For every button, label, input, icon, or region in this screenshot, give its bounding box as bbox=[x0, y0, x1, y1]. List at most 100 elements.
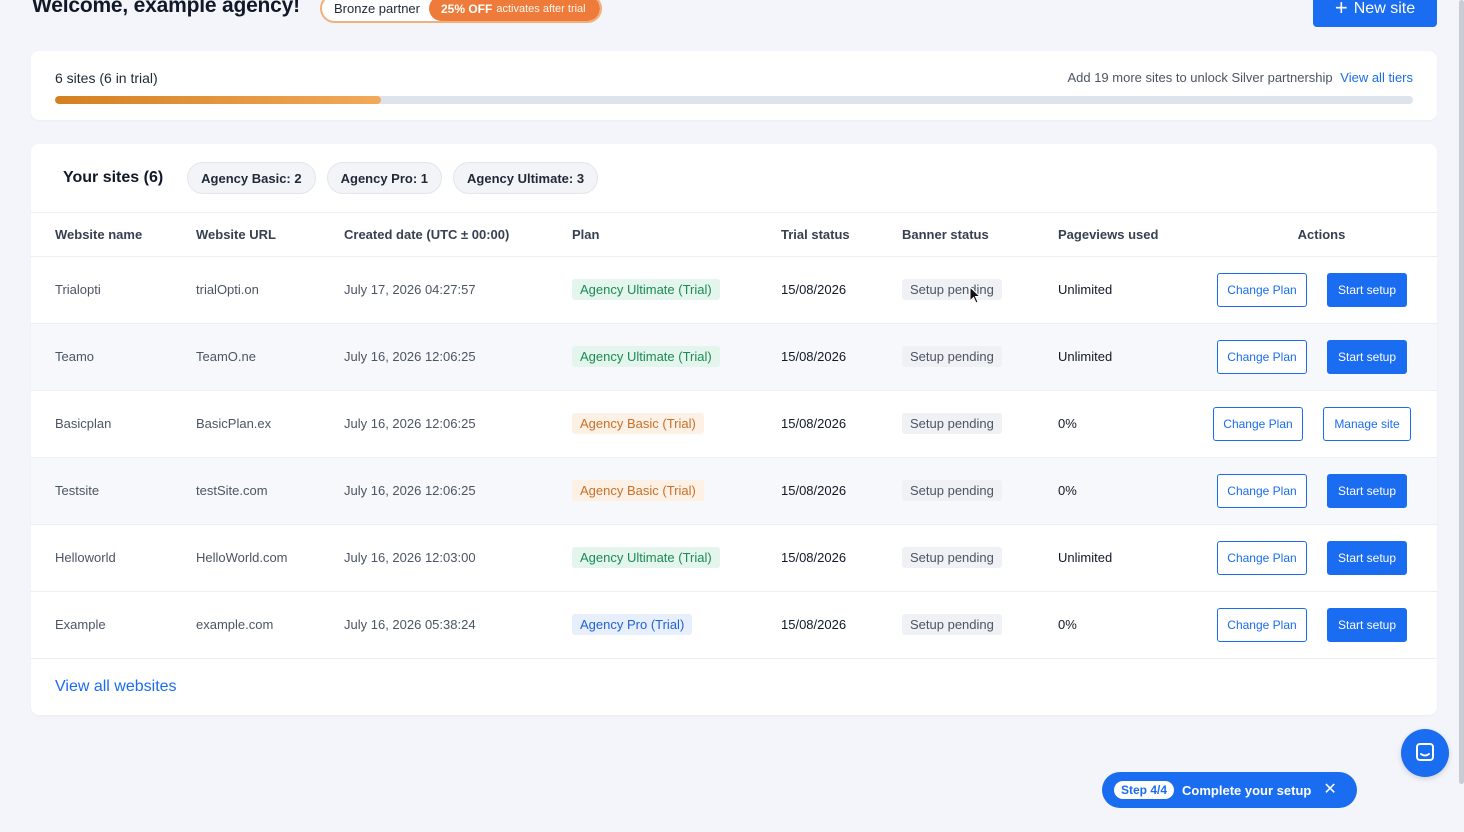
new-site-label: New site bbox=[1353, 0, 1416, 17]
chip-agency-pro[interactable]: Agency Pro: 1 bbox=[326, 162, 443, 194]
created-date: July 16, 2026 12:03:00 bbox=[344, 550, 476, 565]
banner-status-badge: Setup pending bbox=[902, 547, 1002, 568]
plan-badge: Agency Ultimate (Trial) bbox=[572, 346, 720, 367]
sites-title: Your sites (6) bbox=[63, 169, 164, 186]
created-date: July 16, 2026 05:38:24 bbox=[344, 617, 476, 632]
table-row: Testsite testSite.com July 16, 2026 12:0… bbox=[31, 457, 1437, 524]
plan-badge: Agency Ultimate (Trial) bbox=[572, 279, 720, 300]
partner-badge: Bronze partner 25% OFF activates after t… bbox=[320, 0, 602, 23]
close-icon[interactable]: ✕ bbox=[1323, 782, 1336, 798]
mouse-cursor-icon bbox=[969, 286, 981, 304]
plus-icon: + bbox=[1334, 0, 1348, 20]
chat-icon bbox=[1416, 743, 1434, 761]
table-row: Teamo TeamO.ne July 16, 2026 12:06:25 Ag… bbox=[31, 323, 1437, 390]
plan-badge: Agency Basic (Trial) bbox=[572, 413, 704, 434]
column-header: Plan bbox=[572, 213, 781, 257]
banner-status-badge: Setup pending bbox=[902, 614, 1002, 635]
table-row: Helloworld HelloWorld.com July 16, 2026 … bbox=[31, 524, 1437, 591]
column-header: Pageviews used bbox=[1058, 213, 1188, 257]
trial-status: 15/08/2026 bbox=[781, 617, 847, 632]
banner-status-badge: Setup pending bbox=[902, 279, 1002, 300]
partnership-progress-card: 6 sites (6 in trial) Add 19 more sites t… bbox=[31, 51, 1437, 120]
website-name: Trialopti bbox=[55, 282, 101, 297]
start-setup-button[interactable]: Start setup bbox=[1327, 272, 1407, 307]
column-header: Actions bbox=[1188, 213, 1437, 257]
banner-status-badge: Setup pending bbox=[902, 413, 1002, 434]
manage-site-button[interactable]: Manage site bbox=[1323, 406, 1411, 441]
start-setup-button[interactable]: Start setup bbox=[1327, 339, 1407, 374]
pageviews-used: Unlimited bbox=[1058, 282, 1113, 297]
scrollbar[interactable] bbox=[1459, 0, 1464, 784]
page-title: Welcome, example agency! bbox=[32, 0, 300, 17]
sites-table: Website name Website URL Created date (U… bbox=[31, 213, 1437, 659]
created-date: July 17, 2026 04:27:57 bbox=[344, 282, 476, 297]
change-plan-button[interactable]: Change Plan bbox=[1217, 473, 1307, 508]
pageviews-used: Unlimited bbox=[1058, 550, 1113, 565]
trial-status: 15/08/2026 bbox=[781, 416, 847, 431]
view-all-tiers-link[interactable]: View all tiers bbox=[1340, 70, 1413, 85]
chip-agency-basic[interactable]: Agency Basic: 2 bbox=[187, 162, 316, 194]
table-row: Basicplan BasicPlan.ex July 16, 2026 12:… bbox=[31, 390, 1437, 457]
change-plan-button[interactable]: Change Plan bbox=[1217, 339, 1307, 374]
website-name: Basicplan bbox=[55, 416, 112, 431]
trial-status: 15/08/2026 bbox=[781, 550, 847, 565]
website-url: BasicPlan.ex bbox=[196, 416, 272, 431]
pageviews-used: 0% bbox=[1058, 617, 1077, 632]
offer-badge: 25% OFF activates after trial bbox=[429, 0, 600, 21]
trial-status: 15/08/2026 bbox=[781, 483, 847, 498]
created-date: July 16, 2026 12:06:25 bbox=[344, 483, 476, 498]
pageviews-used: 0% bbox=[1058, 483, 1077, 498]
table-row: Example example.com July 16, 2026 05:38:… bbox=[31, 591, 1437, 658]
banner-status-badge: Setup pending bbox=[902, 480, 1002, 501]
offer-discount: 25% OFF bbox=[441, 1, 493, 16]
column-header: Trial status bbox=[781, 213, 902, 257]
unlock-text: Add 19 more sites to unlock Silver partn… bbox=[1067, 70, 1333, 85]
plan-badge: Agency Pro (Trial) bbox=[572, 614, 693, 635]
table-row: Trialopti trialOpti.on July 17, 2026 04:… bbox=[31, 256, 1437, 323]
website-url: TeamO.ne bbox=[196, 349, 256, 364]
plan-badge: Agency Basic (Trial) bbox=[572, 480, 704, 501]
sites-header: Your sites (6) Agency Basic: 2 Agency Pr… bbox=[31, 144, 1437, 213]
unlock-message: Add 19 more sites to unlock Silver partn… bbox=[1067, 70, 1413, 85]
website-name: Helloworld bbox=[55, 550, 116, 565]
chat-button[interactable] bbox=[1401, 729, 1449, 777]
pageviews-used: 0% bbox=[1058, 416, 1077, 431]
start-setup-button[interactable]: Start setup bbox=[1327, 607, 1407, 642]
partner-tier: Bronze partner bbox=[334, 1, 420, 16]
column-header: Created date (UTC ± 00:00) bbox=[344, 213, 572, 257]
change-plan-button[interactable]: Change Plan bbox=[1217, 272, 1307, 307]
new-site-button[interactable]: + New site bbox=[1313, 0, 1437, 27]
step-badge: Step 4/4 bbox=[1114, 781, 1175, 799]
website-url: HelloWorld.com bbox=[196, 550, 288, 565]
start-setup-button[interactable]: Start setup bbox=[1327, 473, 1407, 508]
progress-fill bbox=[55, 96, 381, 104]
website-url: trialOpti.on bbox=[196, 282, 259, 297]
view-all-websites-link[interactable]: View all websites bbox=[55, 678, 177, 696]
created-date: July 16, 2026 12:06:25 bbox=[344, 349, 476, 364]
website-url: example.com bbox=[196, 617, 274, 632]
setup-label: Complete your setup bbox=[1182, 782, 1312, 798]
website-url: testSite.com bbox=[196, 483, 268, 498]
progress-track bbox=[55, 96, 1413, 104]
column-header: Website name bbox=[31, 213, 196, 257]
start-setup-button[interactable]: Start setup bbox=[1327, 540, 1407, 575]
change-plan-button[interactable]: Change Plan bbox=[1217, 540, 1307, 575]
website-name: Example bbox=[55, 617, 106, 632]
column-header: Website URL bbox=[196, 213, 344, 257]
setup-progress-pill[interactable]: Step 4/4 Complete your setup ✕ bbox=[1102, 772, 1357, 808]
website-name: Testsite bbox=[55, 483, 100, 498]
change-plan-button[interactable]: Change Plan bbox=[1213, 406, 1303, 441]
trial-status: 15/08/2026 bbox=[781, 282, 847, 297]
trial-status: 15/08/2026 bbox=[781, 349, 847, 364]
column-header: Banner status bbox=[902, 213, 1058, 257]
sites-summary: 6 sites (6 in trial) bbox=[55, 70, 158, 86]
website-name: Teamo bbox=[55, 349, 95, 364]
chip-agency-ultimate[interactable]: Agency Ultimate: 3 bbox=[453, 162, 599, 194]
sites-card: Your sites (6) Agency Basic: 2 Agency Pr… bbox=[31, 144, 1437, 715]
table-header-row: Website name Website URL Created date (U… bbox=[31, 213, 1437, 257]
pageviews-used: Unlimited bbox=[1058, 349, 1113, 364]
created-date: July 16, 2026 12:06:25 bbox=[344, 416, 476, 431]
change-plan-button[interactable]: Change Plan bbox=[1217, 607, 1307, 642]
plan-badge: Agency Ultimate (Trial) bbox=[572, 547, 720, 568]
offer-note: activates after trial bbox=[496, 2, 586, 15]
